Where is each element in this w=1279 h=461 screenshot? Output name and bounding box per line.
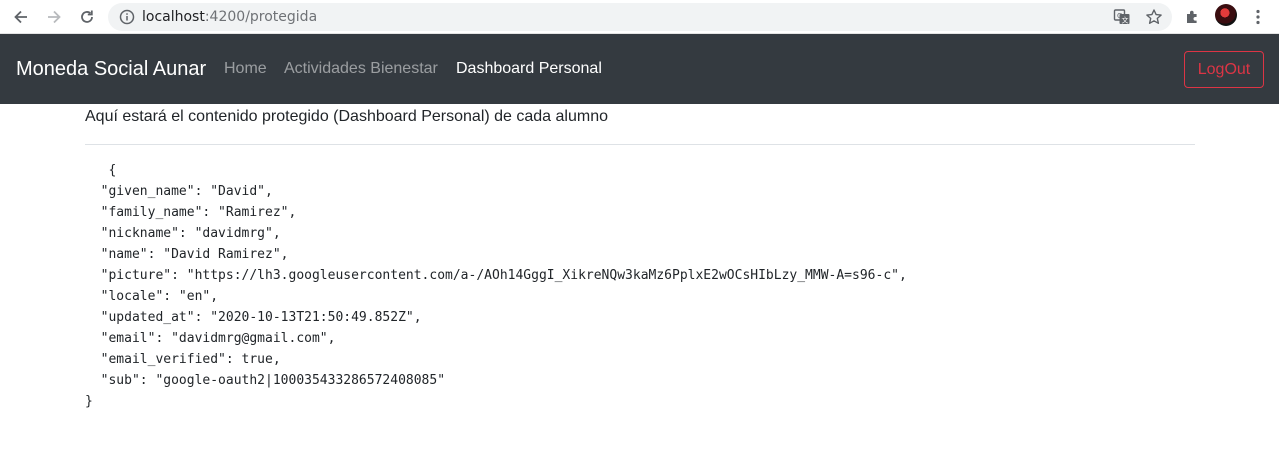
profile-avatar[interactable] — [1215, 4, 1237, 26]
url-path: :4200/protegida — [204, 9, 318, 25]
browser-toolbar: localhost:4200/protegida G文 — [0, 0, 1279, 34]
logout-button[interactable]: LogOut — [1184, 51, 1264, 88]
json-line: "email_verified": true, — [85, 352, 281, 367]
star-icon[interactable] — [1145, 8, 1163, 26]
nav-link-home[interactable]: Home — [224, 59, 267, 79]
url-text: localhost:4200/protegida — [142, 8, 317, 26]
json-line: "sub": "google-oauth2|100035433286572408… — [85, 373, 446, 388]
json-line: "updated_at": "2020-10-13T21:50:49.852Z"… — [85, 310, 422, 325]
json-line: } — [85, 394, 93, 409]
json-line: "picture": "https://lh3.googleuserconten… — [85, 268, 907, 283]
info-icon[interactable] — [119, 9, 135, 25]
json-line: "family_name": "Ramirez", — [85, 205, 297, 220]
divider — [85, 144, 1195, 145]
nav-link-dashboard-personal[interactable]: Dashboard Personal — [456, 59, 602, 79]
json-line: { — [85, 163, 117, 178]
json-line: "name": "David Ramirez", — [85, 247, 289, 262]
navbar-brand[interactable]: Moneda Social Aunar — [16, 57, 206, 81]
json-line: "email": "davidmrg@gmail.com", — [85, 331, 336, 346]
json-line: "locale": "en", — [85, 289, 219, 304]
url-host: localhost — [142, 9, 205, 25]
address-bar[interactable]: localhost:4200/protegida G文 — [108, 3, 1172, 31]
user-profile-json: { "given_name": "David", "family_name": … — [85, 160, 907, 412]
back-arrow-icon[interactable] — [9, 5, 33, 29]
page-intro-text: Aquí estará el contenido protegido (Dash… — [85, 108, 608, 125]
json-line: "given_name": "David", — [85, 184, 273, 199]
puzzle-icon[interactable] — [1181, 5, 1205, 29]
forward-arrow-icon[interactable] — [42, 5, 66, 29]
kebab-menu-icon[interactable] — [1246, 5, 1270, 29]
translate-icon[interactable]: G文 — [1113, 8, 1131, 26]
json-line: "nickname": "davidmrg", — [85, 226, 281, 241]
svg-text:文: 文 — [1122, 16, 1129, 25]
nav-link-actividades-bienestar[interactable]: Actividades Bienestar — [284, 59, 438, 79]
app-navbar: Moneda Social Aunar Home Actividades Bie… — [0, 34, 1279, 104]
reload-icon[interactable] — [75, 5, 99, 29]
